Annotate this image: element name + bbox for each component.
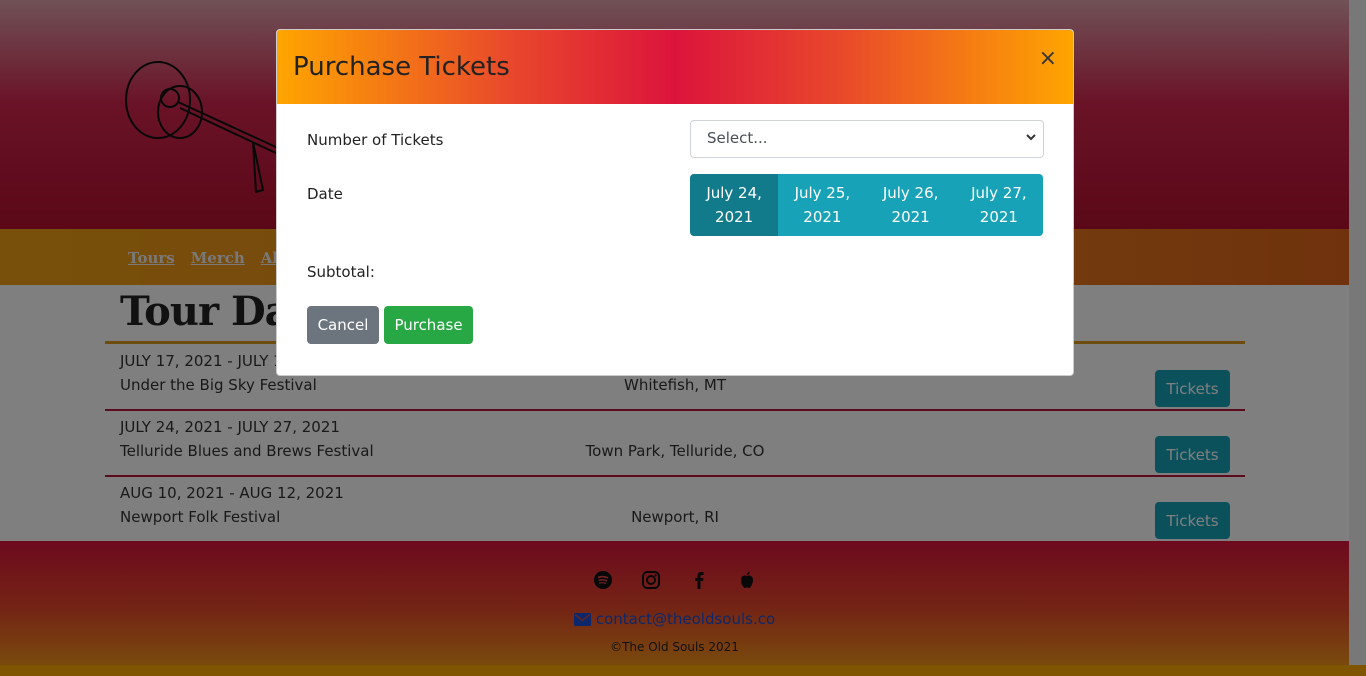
date-option-july-24[interactable]: July 24, 2021 — [690, 174, 779, 236]
modal-title: Purchase Tickets — [293, 52, 510, 82]
tickets-label: Number of Tickets — [307, 131, 444, 149]
date-option-line: 2021 — [891, 208, 930, 226]
modal-header: Purchase Tickets × — [277, 30, 1073, 104]
chevron-down-icon — [1026, 134, 1036, 141]
date-option-line: July 26, — [882, 184, 939, 202]
date-option-july-27[interactable]: July 27, 2021 — [954, 174, 1043, 236]
date-option-line: 2021 — [979, 208, 1018, 226]
ticket-count-select[interactable]: Select... — [690, 120, 1044, 158]
date-label: Date — [307, 185, 343, 203]
close-button[interactable]: × — [1039, 48, 1057, 70]
date-button-group: July 24, 2021 July 25, 2021 July 26, 202… — [690, 174, 1043, 236]
date-option-line: July 24, — [706, 184, 762, 202]
date-option-july-25[interactable]: July 25, 2021 — [778, 174, 867, 236]
select-value: Select... — [707, 129, 768, 147]
date-option-july-26[interactable]: July 26, 2021 — [866, 174, 955, 236]
date-option-line: July 25, — [794, 184, 851, 202]
subtotal-label: Subtotal: — [307, 263, 375, 281]
date-option-line: 2021 — [803, 208, 842, 226]
date-option-line: 2021 — [715, 208, 754, 226]
purchase-tickets-modal: Purchase Tickets × Number of Tickets Sel… — [276, 29, 1074, 376]
cancel-button[interactable]: Cancel — [307, 306, 379, 344]
purchase-button[interactable]: Purchase — [384, 306, 473, 344]
date-option-line: July 27, — [971, 184, 1027, 202]
